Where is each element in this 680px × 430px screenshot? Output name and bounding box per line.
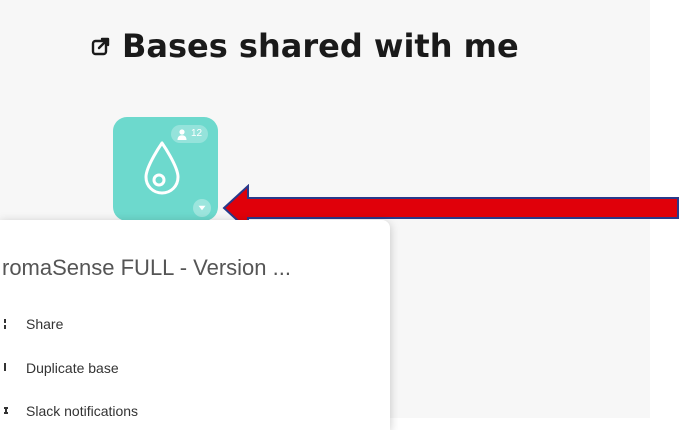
slack-icon: [4, 404, 16, 418]
collaborator-count-badge: 12: [171, 125, 209, 143]
menu-item-share[interactable]: Share: [0, 310, 380, 338]
base-context-menu: romaSense FULL - Version ... Share Dupli…: [0, 220, 390, 430]
base-tile[interactable]: 12: [113, 117, 218, 221]
menu-item-label: Duplicate base: [26, 360, 119, 376]
collaborator-count: 12: [191, 128, 203, 139]
section-header: Bases shared with me: [90, 26, 519, 66]
menu-item-label: Slack notifications: [26, 403, 139, 419]
user-icon: [177, 128, 187, 140]
menu-item-slack-notifications[interactable]: Slack notifications: [0, 397, 380, 425]
caret-down-icon: [198, 205, 206, 211]
external-link-icon: [90, 35, 112, 57]
section-title: Bases shared with me: [122, 27, 519, 65]
droplet-icon: [142, 140, 182, 196]
duplicate-icon: [4, 361, 16, 375]
menu-base-name: romaSense FULL - Version ...: [2, 255, 291, 280]
menu-item-duplicate-base[interactable]: Duplicate base: [0, 354, 380, 382]
share-icon: [4, 317, 16, 331]
base-menu-button[interactable]: [193, 199, 211, 217]
menu-item-label: Share: [26, 316, 64, 332]
